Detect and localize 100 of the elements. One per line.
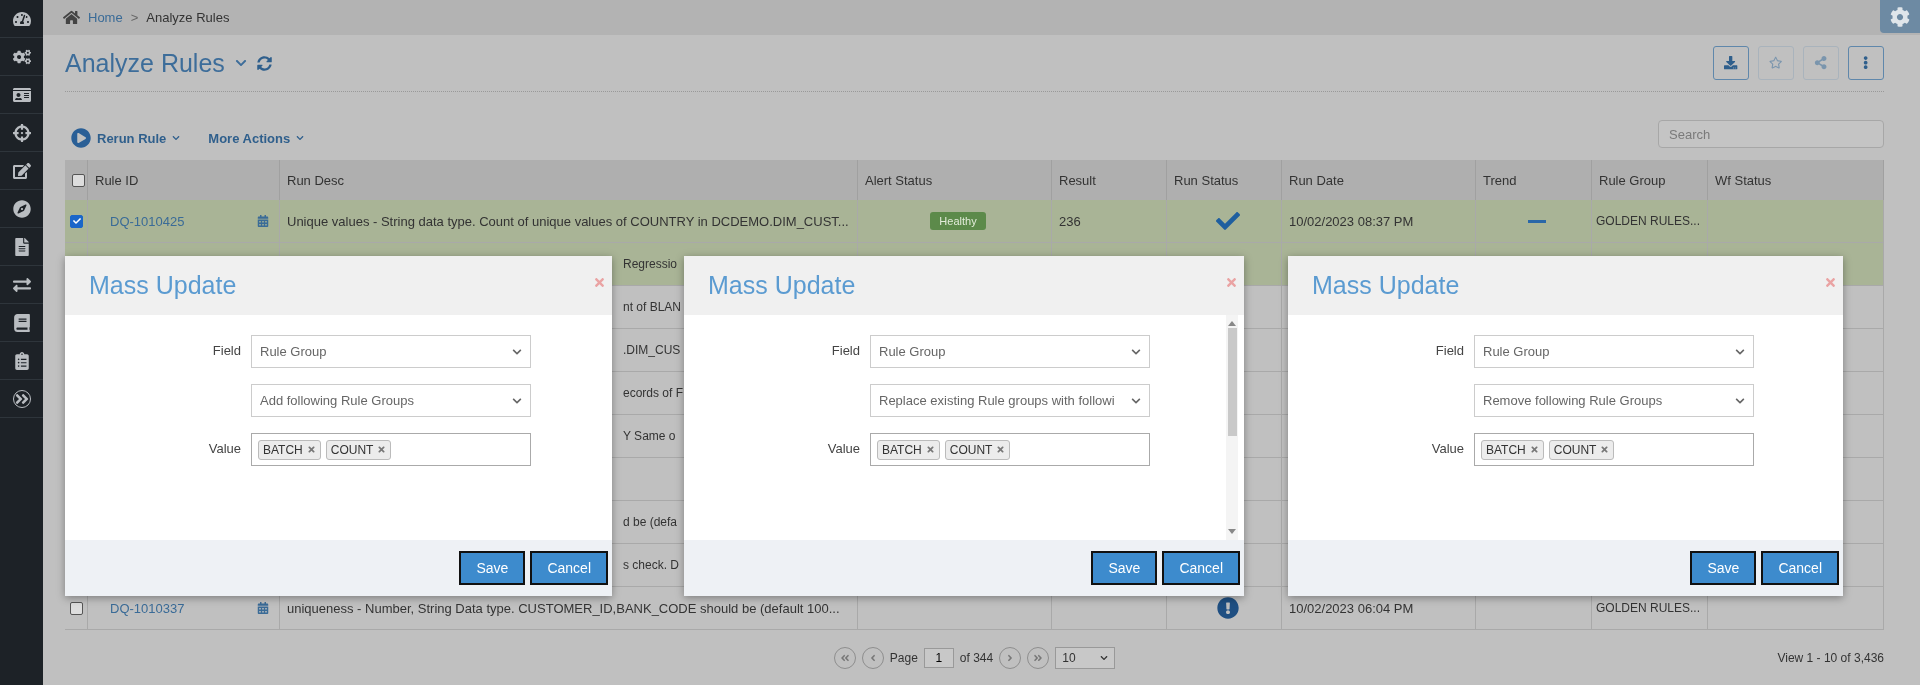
records-summary: View 1 - 10 of 3,436 <box>1777 650 1884 665</box>
page-count: of 344 <box>959 650 994 665</box>
double-right-icon <box>1033 652 1044 663</box>
table-cell: Y Same o <box>623 429 676 443</box>
table-cell: 10/02/2023 08:37 PM <box>1289 213 1414 229</box>
crosshair-icon[interactable] <box>12 123 31 142</box>
caret-icon <box>1735 346 1745 357</box>
remove-icon[interactable] <box>1529 445 1539 454</box>
operation-select[interactable]: Replace existing Rule groups with followi <box>870 384 1150 417</box>
field-select[interactable]: Rule Group <box>251 335 531 368</box>
clipboard-icon[interactable] <box>12 351 31 370</box>
compass-icon[interactable] <box>12 199 31 218</box>
rule-group-tag[interactable]: BATCH <box>1481 439 1544 460</box>
save-button[interactable]: Save <box>459 551 526 585</box>
edit-icon[interactable] <box>12 161 31 180</box>
download-icon <box>1724 56 1738 70</box>
close-icon <box>593 276 606 289</box>
cancel-button[interactable]: Cancel <box>1162 551 1240 585</box>
cancel-button[interactable]: Cancel <box>530 551 608 585</box>
page-size-select[interactable]: 10 <box>1055 646 1116 669</box>
table-cell: ecords of F <box>623 386 684 400</box>
save-button[interactable]: Save <box>1091 551 1158 585</box>
share-icon <box>1814 56 1828 70</box>
rule-group-tag[interactable]: COUNT <box>944 439 1011 460</box>
home-icon[interactable] <box>63 9 80 26</box>
dialog-title: Mass Update <box>1312 271 1460 300</box>
gauge-icon[interactable] <box>12 9 31 28</box>
select-all-checkbox[interactable] <box>72 173 85 187</box>
book-icon[interactable] <box>12 313 31 332</box>
operation-select[interactable]: Remove following Rule Groups <box>1474 384 1754 417</box>
field-select[interactable]: Rule Group <box>870 335 1150 368</box>
caret-icon <box>1131 346 1141 357</box>
breadcrumb-current: Analyze Rules <box>146 10 230 25</box>
scrollbar[interactable] <box>1226 315 1238 540</box>
save-button[interactable]: Save <box>1690 551 1757 585</box>
field-label: Field <box>211 342 241 358</box>
table-cell: GOLDEN RULES... <box>1596 214 1701 228</box>
rule-group-tag[interactable]: COUNT <box>1548 439 1615 460</box>
close-icon <box>1225 276 1238 289</box>
caret-icon <box>296 134 305 142</box>
table-cell: nt of BLAN <box>623 300 682 314</box>
field-label: Field <box>830 342 860 358</box>
table-cell: s check. D <box>623 558 679 572</box>
tag-input-field[interactable]: BATCH COUNT <box>870 433 1150 466</box>
action-menu-button[interactable]: More Actions <box>202 124 305 152</box>
operation-select[interactable]: Add following Rule Groups <box>251 384 531 417</box>
refresh-icon[interactable] <box>256 55 272 71</box>
star-icon <box>1769 56 1783 70</box>
table-cell: d be (defa <box>623 515 678 529</box>
rule-id-link[interactable]: DQ-1010337 <box>110 600 185 616</box>
table-cell: Unique values - String data type. Count of unique values of COUNTRY in DCDEMO.DIM_CUST... <box>287 213 849 229</box>
calendar-icon[interactable] <box>257 215 269 227</box>
calendar-icon[interactable] <box>257 602 269 614</box>
table-cell: .DIM_CUS <box>623 343 681 357</box>
remove-icon[interactable] <box>1600 445 1610 454</box>
cancel-button[interactable]: Cancel <box>1761 551 1839 585</box>
search-field[interactable]: Search <box>1658 120 1884 148</box>
action-menu-button[interactable]: Rerun Rule <box>65 124 181 152</box>
field-select[interactable]: Rule Group <box>1474 335 1754 368</box>
table-cell: GOLDEN RULES... <box>1596 601 1701 615</box>
tag-input-field[interactable]: BATCH COUNT <box>1474 433 1754 466</box>
caret-icon <box>512 346 522 357</box>
value-label: Value <box>207 440 241 456</box>
dialog-title: Mass Update <box>708 271 856 300</box>
close-icon <box>1824 276 1837 289</box>
remove-icon[interactable] <box>377 445 387 454</box>
caret-icon <box>172 134 181 142</box>
card-icon[interactable] <box>12 85 31 104</box>
double-left-icon <box>839 652 850 663</box>
page-input[interactable]: 1 <box>923 647 954 668</box>
exchange-icon[interactable] <box>12 275 31 294</box>
table-cell: 236 <box>1059 213 1081 229</box>
caret-icon <box>1100 653 1109 662</box>
remove-icon[interactable] <box>996 445 1006 454</box>
rule-group-tag[interactable]: COUNT <box>325 439 392 460</box>
tag-input-field[interactable]: BATCH COUNT <box>251 433 531 466</box>
caret-icon <box>1735 395 1745 406</box>
file-icon[interactable] <box>12 237 31 256</box>
gears-icon[interactable] <box>12 47 31 66</box>
status-badge: Healthy <box>930 212 986 230</box>
field-label: Field <box>1434 342 1464 358</box>
rule-group-tag[interactable]: BATCH <box>258 439 321 460</box>
breadcrumb-separator: > <box>130 10 139 25</box>
row-checkbox[interactable] <box>70 214 83 228</box>
dialog-title: Mass Update <box>89 271 237 300</box>
settings-button[interactable] <box>1880 0 1920 33</box>
caret-icon <box>512 395 522 406</box>
row-checkbox[interactable] <box>70 601 83 615</box>
table-row[interactable]: DQ-1010425 Unique values - String data type. Count of unique values of COUNTRY in DCDEMO.DIM_CUST... Healthy 236 10/02/2023 08:37 PM GOLDEN RULES... <box>65 200 1884 243</box>
download-button[interactable] <box>1713 46 1749 80</box>
star-button[interactable] <box>1758 46 1794 80</box>
page-title: Analyze Rules <box>65 48 225 78</box>
value-label: Value <box>826 440 860 456</box>
chevron-icon[interactable] <box>234 57 247 69</box>
more-button[interactable] <box>1848 46 1884 80</box>
remove-icon[interactable] <box>925 445 935 454</box>
rule-group-tag[interactable]: BATCH <box>877 439 940 460</box>
table-cell: uniqueness - Number, String Data type. CUSTOMER_ID,BANK_CODE should be (default 100... <box>287 600 840 616</box>
remove-icon[interactable] <box>306 445 316 454</box>
play-icon <box>71 128 91 148</box>
